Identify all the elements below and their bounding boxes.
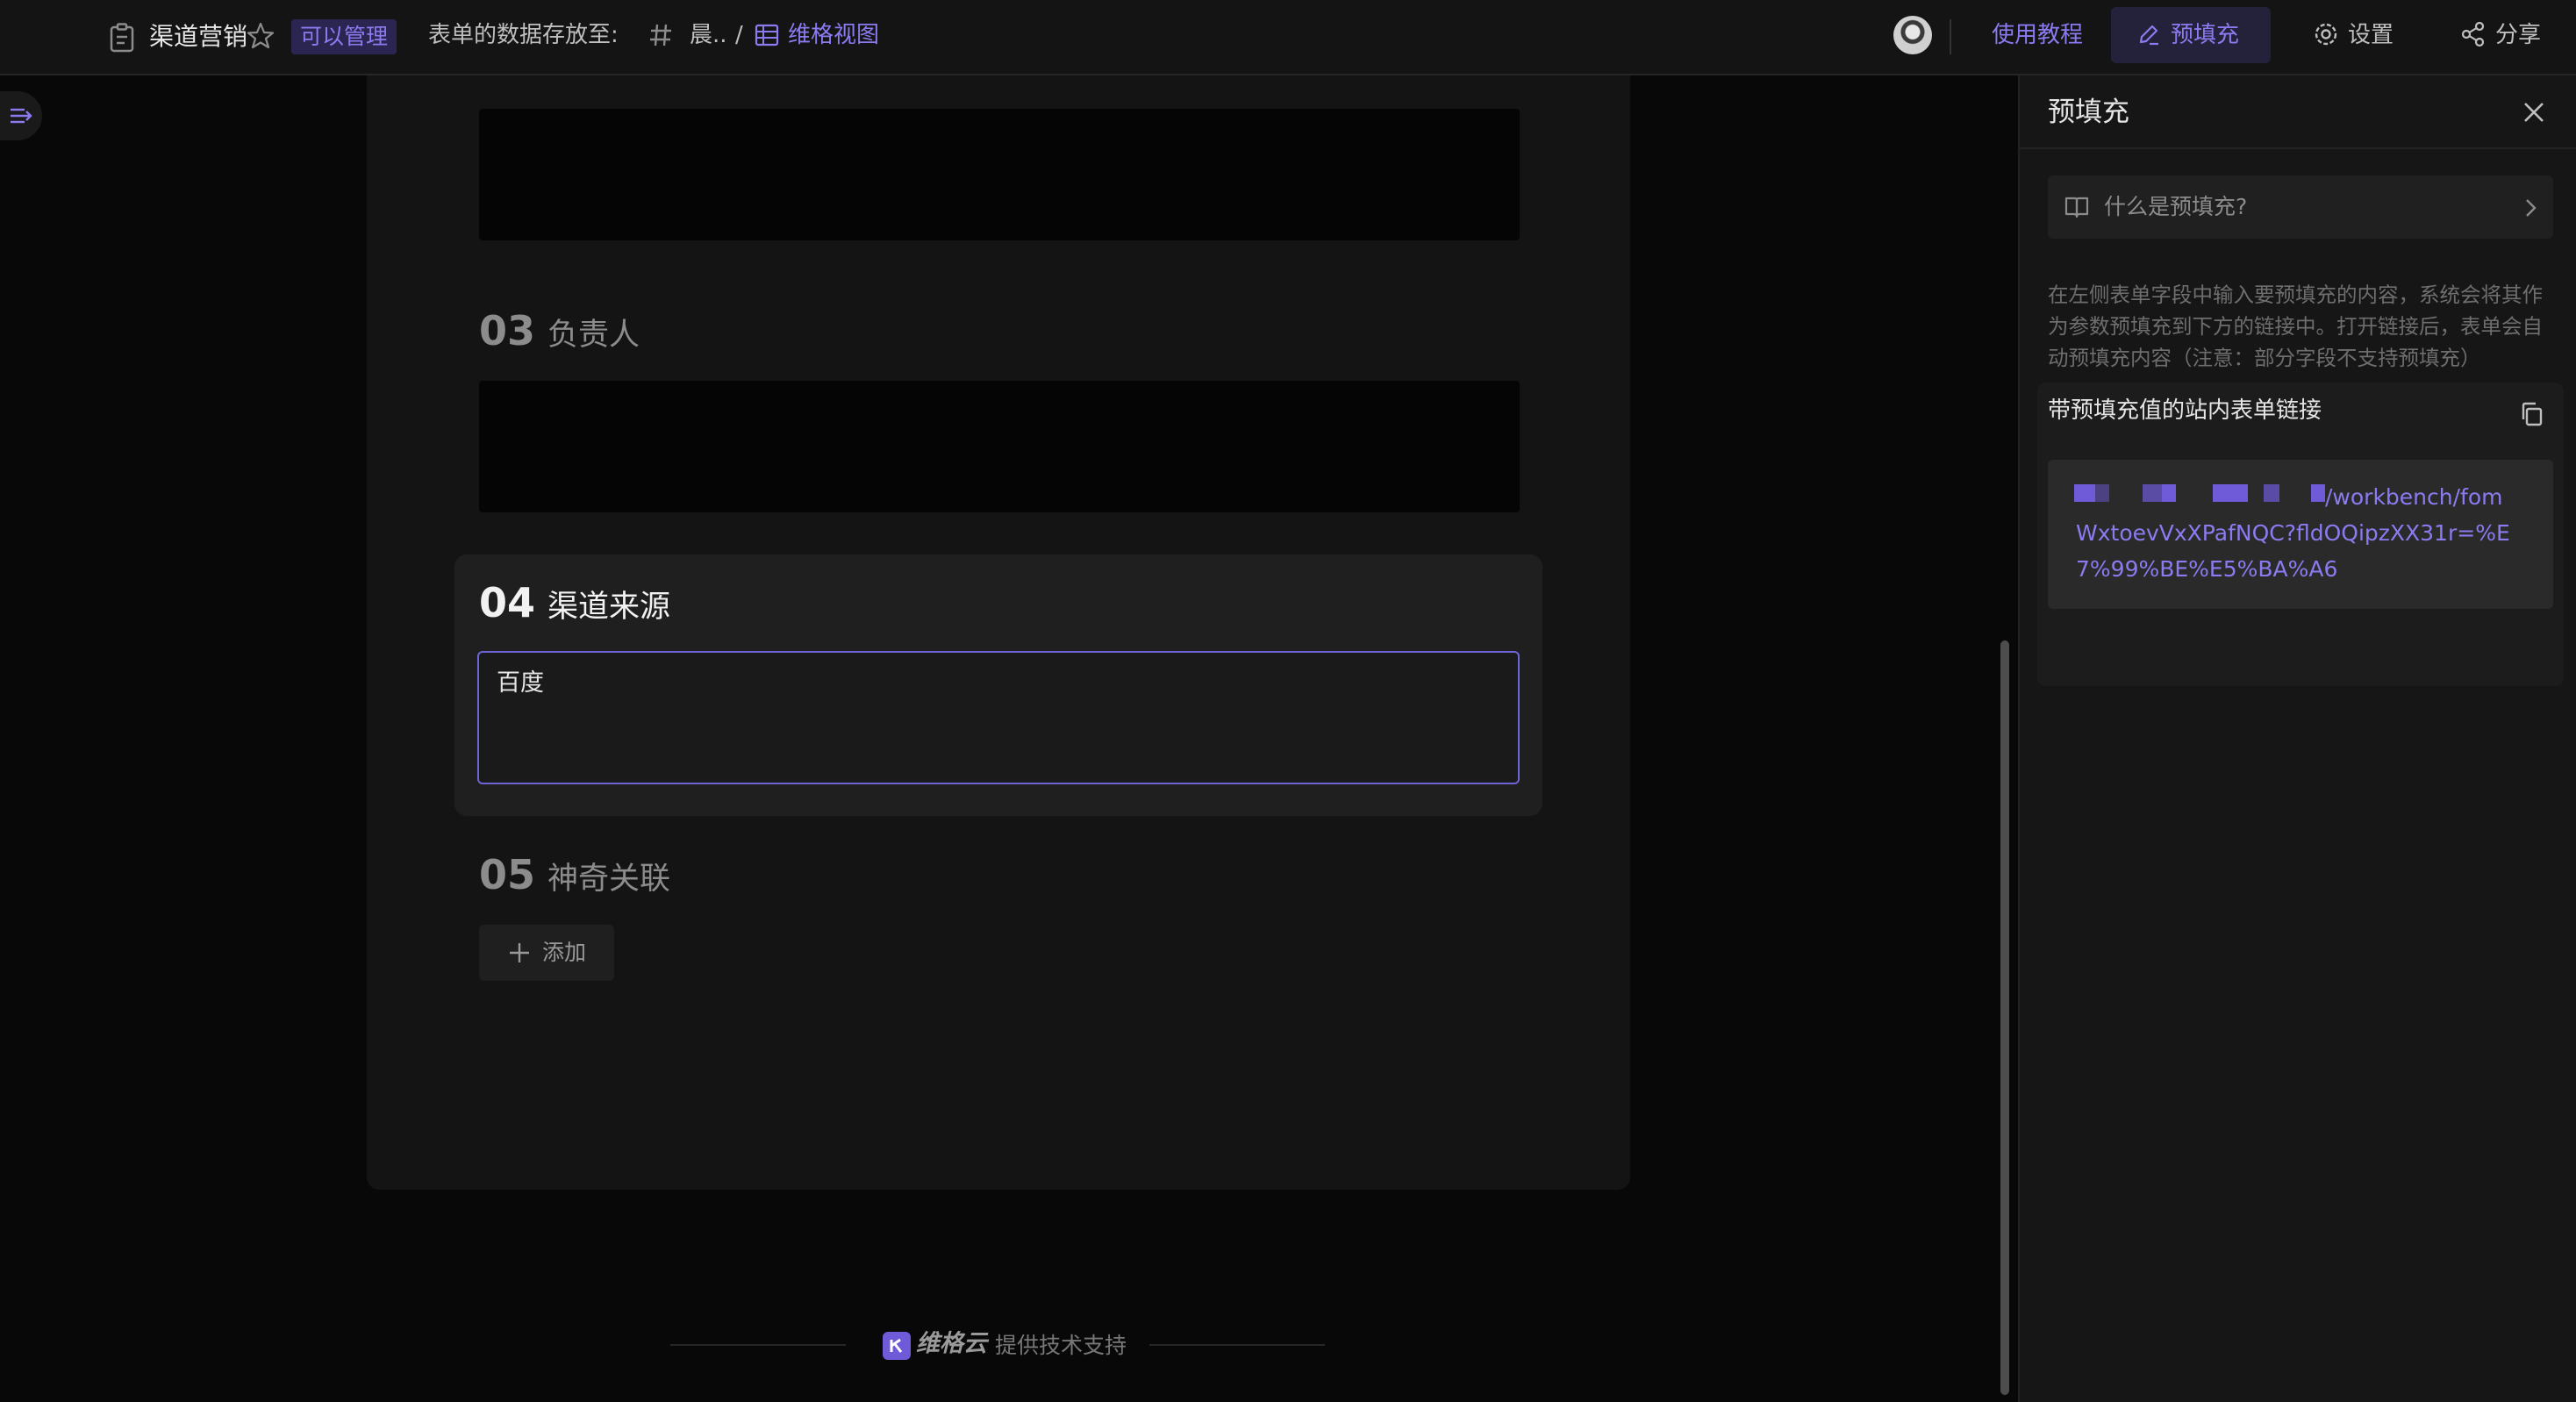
question-title-q4: 04 渠道来源 <box>479 581 670 629</box>
plus-icon <box>510 943 529 962</box>
store-label: 表单的数据存放至: <box>428 22 619 48</box>
avatar[interactable] <box>1893 16 1932 54</box>
channel-source-input[interactable]: 百度 <box>477 651 1520 784</box>
scrollbar[interactable] <box>2000 640 2009 1395</box>
edit-icon <box>2139 25 2158 46</box>
panel-title: 预填充 <box>2048 97 2129 128</box>
prefill-button[interactable]: 预填充 <box>2111 7 2271 63</box>
link-label: 带预填充值的站内表单链接 <box>2048 397 2322 424</box>
link-line-1: /workbench/fom <box>2325 484 2503 510</box>
prefill-link-box[interactable]: /workbench/fom WxtoevVxXPafNQC?fldOQipzX… <box>2048 460 2553 609</box>
panel-divider <box>2020 147 2576 149</box>
what-is-prefill-link[interactable]: 什么是预填充? <box>2048 175 2553 239</box>
question-number: 04 <box>479 579 536 626</box>
field-input-owner[interactable] <box>479 381 1520 512</box>
link-line-3: 7%99%BE%E5%BA%A6 <box>2076 556 2338 582</box>
question-title-q3: 03 负责人 <box>479 309 640 357</box>
prefill-link-section: 带预填充值的站内表单链接 /workbench/fom WxtoevVxXPaf… <box>2037 383 2564 686</box>
sidebar-toggle-icon <box>11 108 32 124</box>
add-button-label: 添加 <box>542 940 587 965</box>
divider <box>1950 19 1951 54</box>
prefill-description: 在左侧表单字段中输入要预填充的内容，系统会将其作为参数预填充到下方的链接中。打开… <box>2048 283 2543 370</box>
add-link-button[interactable]: 添加 <box>479 925 614 981</box>
footer-brand[interactable]: 维格云 <box>916 1327 987 1362</box>
breadcrumb-separator: / <box>735 22 743 48</box>
question-label: 负责人 <box>547 318 640 353</box>
brand-logo-icon <box>883 1332 911 1360</box>
question-label: 渠道来源 <box>547 590 671 625</box>
chevron-right-icon <box>2526 199 2537 217</box>
top-bar: 渠道营销 可以管理 表单的数据存放至: 晨.. / 维格视图 使用教程 预填充 … <box>0 0 2576 75</box>
help-label: 什么是预填充? <box>2104 194 2248 219</box>
settings-button[interactable]: 设置 <box>2348 18 2394 53</box>
question-title-q5: 05 神奇关联 <box>479 853 670 901</box>
breadcrumb-workspace[interactable]: 晨.. <box>690 18 727 53</box>
book-icon <box>2064 197 2089 218</box>
footer-text: 提供技术支持 <box>995 1333 1127 1358</box>
share-button[interactable]: 分享 <box>2495 18 2541 53</box>
gear-icon[interactable] <box>2313 21 2339 47</box>
prefill-panel: 预填充 什么是预填充? 在左侧表单字段中输入要预填充的内容，系统会将其作为参数预… <box>2018 75 2576 1402</box>
question-number: 05 <box>479 851 536 898</box>
field-input-q2[interactable] <box>479 109 1520 240</box>
prefill-link-text[interactable]: /workbench/fom WxtoevVxXPafNQC?fldOQipzX… <box>2076 479 2550 587</box>
tutorial-link[interactable]: 使用教程 <box>1992 18 2083 53</box>
permission-badge: 可以管理 <box>291 19 397 54</box>
star-icon[interactable] <box>246 21 275 51</box>
grid-view-icon <box>755 24 779 46</box>
question-number: 03 <box>479 307 536 354</box>
doc-icon <box>110 23 134 53</box>
sidebar-toggle[interactable] <box>0 91 42 140</box>
prefill-button-label: 预填充 <box>2171 22 2240 48</box>
breadcrumb-view[interactable]: 维格视图 <box>788 18 879 53</box>
copy-icon[interactable] <box>2518 400 2546 428</box>
link-line-2: WxtoevVxXPafNQC?fldOQipzXX31r=%E <box>2076 520 2510 546</box>
question-label: 神奇关联 <box>547 862 671 897</box>
footer-divider-right <box>1149 1344 1325 1346</box>
close-icon[interactable] <box>2518 97 2550 128</box>
footer-divider-left <box>670 1344 846 1346</box>
page-title[interactable]: 渠道营销 <box>149 19 247 54</box>
hash-icon <box>650 24 671 46</box>
share-icon[interactable] <box>2460 21 2487 47</box>
